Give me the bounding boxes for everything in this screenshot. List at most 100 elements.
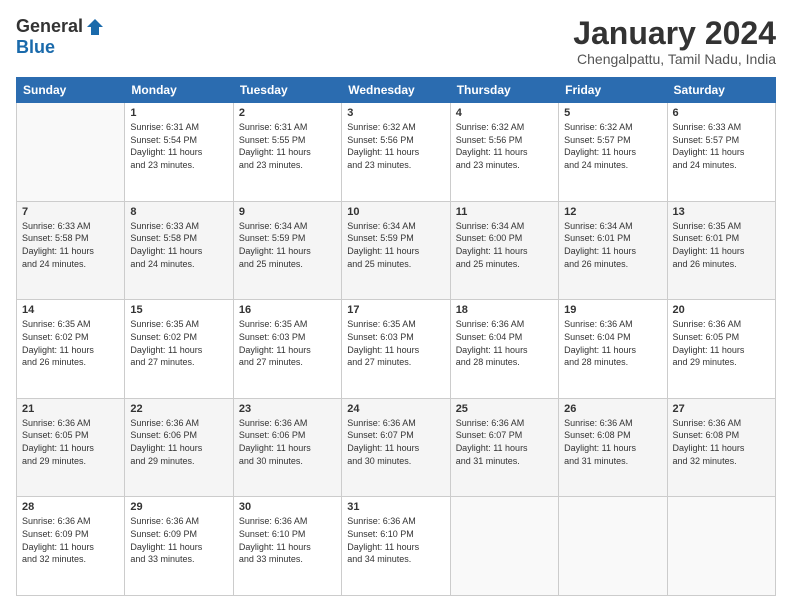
day-number: 22: [130, 403, 227, 415]
calendar-week-row: 21 Sunrise: 6:36 AM Sunset: 6:05 PM Dayli…: [17, 398, 776, 497]
calendar-cell: 6Sunrise: 6:33 AM Sunset: 5:57 PM Daylig…: [667, 103, 775, 202]
page: General Blue January 2024 Chengalpattu, …: [0, 0, 792, 612]
location-title: Chengalpattu, Tamil Nadu, India: [573, 51, 776, 67]
day-info: Sunrise: 6:32 AM Sunset: 5:57 PM Dayligh…: [564, 121, 661, 171]
calendar-week-row: 7 Sunrise: 6:33 AM Sunset: 5:58 PM Daylig…: [17, 201, 776, 300]
calendar-cell: [559, 497, 667, 596]
day-info: Sunrise: 6:33 AM Sunset: 5:58 PM Dayligh…: [22, 220, 119, 270]
calendar-cell: 23 Sunrise: 6:36 AM Sunset: 6:06 PM Dayli…: [233, 398, 341, 497]
calendar-cell: 30 Sunrise: 6:36 AM Sunset: 6:10 PM Dayli…: [233, 497, 341, 596]
day-info: Sunrise: 6:36 AM Sunset: 6:09 PM Dayligh…: [22, 515, 119, 565]
calendar-cell: 13Sunrise: 6:35 AM Sunset: 6:01 PM Dayli…: [667, 201, 775, 300]
day-info: Sunrise: 6:35 AM Sunset: 6:03 PM Dayligh…: [239, 318, 336, 368]
day-info: Sunrise: 6:35 AM Sunset: 6:03 PM Dayligh…: [347, 318, 444, 368]
day-number: 10: [347, 206, 444, 218]
day-number: 11: [456, 206, 553, 218]
calendar-cell: 2Sunrise: 6:31 AM Sunset: 5:55 PM Daylig…: [233, 103, 341, 202]
day-number: 7: [22, 206, 119, 218]
day-number: 28: [22, 501, 119, 513]
day-info: Sunrise: 6:34 AM Sunset: 6:00 PM Dayligh…: [456, 220, 553, 270]
day-number: 15: [130, 304, 227, 316]
calendar-cell: 24 Sunrise: 6:36 AM Sunset: 6:07 PM Dayli…: [342, 398, 450, 497]
header-right: January 2024 Chengalpattu, Tamil Nadu, I…: [573, 16, 776, 67]
day-number: 20: [673, 304, 770, 316]
logo-general-text: General: [16, 16, 83, 37]
day-number: 8: [130, 206, 227, 218]
day-number: 30: [239, 501, 336, 513]
day-info: Sunrise: 6:36 AM Sunset: 6:04 PM Dayligh…: [564, 318, 661, 368]
calendar-cell: 26Sunrise: 6:36 AM Sunset: 6:08 PM Dayli…: [559, 398, 667, 497]
calendar-header-tuesday: Tuesday: [233, 78, 341, 103]
logo-icon: [85, 17, 105, 37]
day-number: 29: [130, 501, 227, 513]
day-number: 3: [347, 107, 444, 119]
day-number: 19: [564, 304, 661, 316]
calendar-header-friday: Friday: [559, 78, 667, 103]
calendar-week-row: 1 Sunrise: 6:31 AM Sunset: 5:54 PM Daylig…: [17, 103, 776, 202]
calendar-header-saturday: Saturday: [667, 78, 775, 103]
calendar-cell: [17, 103, 125, 202]
day-number: 17: [347, 304, 444, 316]
header: General Blue January 2024 Chengalpattu, …: [16, 16, 776, 67]
calendar-cell: 12Sunrise: 6:34 AM Sunset: 6:01 PM Dayli…: [559, 201, 667, 300]
calendar-cell: 29 Sunrise: 6:36 AM Sunset: 6:09 PM Dayli…: [125, 497, 233, 596]
day-info: Sunrise: 6:31 AM Sunset: 5:54 PM Dayligh…: [130, 121, 227, 171]
day-info: Sunrise: 6:35 AM Sunset: 6:01 PM Dayligh…: [673, 220, 770, 270]
calendar-cell: 22 Sunrise: 6:36 AM Sunset: 6:06 PM Dayli…: [125, 398, 233, 497]
day-info: Sunrise: 6:34 AM Sunset: 6:01 PM Dayligh…: [564, 220, 661, 270]
calendar-cell: 10Sunrise: 6:34 AM Sunset: 5:59 PM Dayli…: [342, 201, 450, 300]
calendar-cell: 16 Sunrise: 6:35 AM Sunset: 6:03 PM Dayli…: [233, 300, 341, 399]
calendar-cell: 20Sunrise: 6:36 AM Sunset: 6:05 PM Dayli…: [667, 300, 775, 399]
calendar-cell: 11 Sunrise: 6:34 AM Sunset: 6:00 PM Dayli…: [450, 201, 558, 300]
day-info: Sunrise: 6:36 AM Sunset: 6:10 PM Dayligh…: [239, 515, 336, 565]
calendar-cell: 14Sunrise: 6:35 AM Sunset: 6:02 PM Dayli…: [17, 300, 125, 399]
day-info: Sunrise: 6:36 AM Sunset: 6:05 PM Dayligh…: [22, 417, 119, 467]
month-title: January 2024: [573, 16, 776, 51]
calendar-header-row: SundayMondayTuesdayWednesdayThursdayFrid…: [17, 78, 776, 103]
day-number: 16: [239, 304, 336, 316]
calendar-cell: 4 Sunrise: 6:32 AM Sunset: 5:56 PM Daylig…: [450, 103, 558, 202]
calendar-header-wednesday: Wednesday: [342, 78, 450, 103]
calendar-cell: 21 Sunrise: 6:36 AM Sunset: 6:05 PM Dayli…: [17, 398, 125, 497]
calendar-cell: 25 Sunrise: 6:36 AM Sunset: 6:07 PM Dayli…: [450, 398, 558, 497]
day-number: 24: [347, 403, 444, 415]
calendar-cell: [450, 497, 558, 596]
day-number: 9: [239, 206, 336, 218]
day-info: Sunrise: 6:36 AM Sunset: 6:09 PM Dayligh…: [130, 515, 227, 565]
day-info: Sunrise: 6:36 AM Sunset: 6:06 PM Dayligh…: [130, 417, 227, 467]
day-info: Sunrise: 6:33 AM Sunset: 5:58 PM Dayligh…: [130, 220, 227, 270]
calendar-cell: 19 Sunrise: 6:36 AM Sunset: 6:04 PM Dayli…: [559, 300, 667, 399]
calendar-cell: 7 Sunrise: 6:33 AM Sunset: 5:58 PM Daylig…: [17, 201, 125, 300]
day-number: 4: [456, 107, 553, 119]
logo: General Blue: [16, 16, 105, 58]
calendar-cell: 18Sunrise: 6:36 AM Sunset: 6:04 PM Dayli…: [450, 300, 558, 399]
calendar-cell: 3Sunrise: 6:32 AM Sunset: 5:56 PM Daylig…: [342, 103, 450, 202]
day-number: 23: [239, 403, 336, 415]
day-info: Sunrise: 6:32 AM Sunset: 5:56 PM Dayligh…: [456, 121, 553, 171]
calendar-cell: 9 Sunrise: 6:34 AM Sunset: 5:59 PM Daylig…: [233, 201, 341, 300]
day-number: 5: [564, 107, 661, 119]
calendar-cell: [667, 497, 775, 596]
day-number: 14: [22, 304, 119, 316]
calendar-cell: 1 Sunrise: 6:31 AM Sunset: 5:54 PM Daylig…: [125, 103, 233, 202]
day-info: Sunrise: 6:36 AM Sunset: 6:06 PM Dayligh…: [239, 417, 336, 467]
day-number: 18: [456, 304, 553, 316]
day-info: Sunrise: 6:36 AM Sunset: 6:08 PM Dayligh…: [673, 417, 770, 467]
day-info: Sunrise: 6:36 AM Sunset: 6:08 PM Dayligh…: [564, 417, 661, 467]
day-info: Sunrise: 6:36 AM Sunset: 6:07 PM Dayligh…: [456, 417, 553, 467]
calendar-header-sunday: Sunday: [17, 78, 125, 103]
calendar-cell: 8 Sunrise: 6:33 AM Sunset: 5:58 PM Daylig…: [125, 201, 233, 300]
day-info: Sunrise: 6:36 AM Sunset: 6:10 PM Dayligh…: [347, 515, 444, 565]
day-number: 25: [456, 403, 553, 415]
logo-blue-text: Blue: [16, 37, 55, 58]
day-info: Sunrise: 6:34 AM Sunset: 5:59 PM Dayligh…: [239, 220, 336, 270]
day-number: 31: [347, 501, 444, 513]
calendar-cell: 17 Sunrise: 6:35 AM Sunset: 6:03 PM Dayli…: [342, 300, 450, 399]
calendar-table: SundayMondayTuesdayWednesdayThursdayFrid…: [16, 77, 776, 596]
day-number: 1: [130, 107, 227, 119]
day-number: 21: [22, 403, 119, 415]
calendar-cell: 27Sunrise: 6:36 AM Sunset: 6:08 PM Dayli…: [667, 398, 775, 497]
day-info: Sunrise: 6:36 AM Sunset: 6:07 PM Dayligh…: [347, 417, 444, 467]
day-info: Sunrise: 6:33 AM Sunset: 5:57 PM Dayligh…: [673, 121, 770, 171]
calendar-header-thursday: Thursday: [450, 78, 558, 103]
